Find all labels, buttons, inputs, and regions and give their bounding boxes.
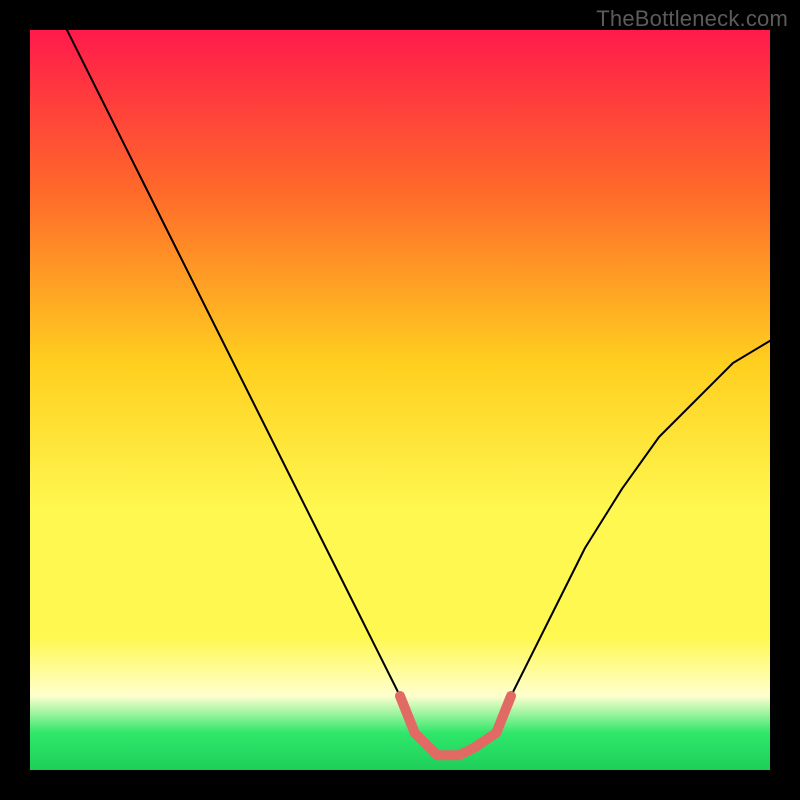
chart-background-gradient	[30, 30, 770, 770]
chart-plot-area	[30, 30, 770, 770]
chart-frame: TheBottleneck.com	[0, 0, 800, 800]
chart-svg	[30, 30, 770, 770]
watermark-text: TheBottleneck.com	[596, 6, 788, 32]
